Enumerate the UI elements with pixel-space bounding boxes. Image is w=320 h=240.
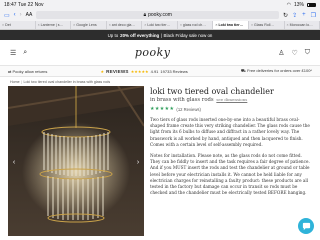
close-tab-icon[interactable]: ×: [38, 23, 40, 27]
close-tab-icon[interactable]: ×: [180, 23, 182, 27]
reviews-brand: REVIEWS: [106, 68, 129, 74]
product-description: Two tiers of glass rods inserted one-by-…: [150, 117, 312, 196]
browser-tab[interactable]: × Loki two tier…: [142, 21, 178, 29]
delivery-text[interactable]: ⛟ Free deliveries for orders over £100*: [241, 68, 312, 74]
close-tab-icon[interactable]: ×: [2, 23, 4, 27]
wifi-icon: ◠: [286, 1, 291, 8]
browser-tab[interactable]: × Det: [0, 21, 36, 29]
sidebar-icon[interactable]: ▭: [4, 12, 10, 19]
browser-tab-label: ant deco gla…: [111, 23, 135, 27]
browser-tab-label: Loki two tier…: [218, 23, 244, 27]
back-icon[interactable]: ‹: [14, 12, 16, 18]
status-time-date: 18:47 Tue 22 Nov: [4, 2, 44, 8]
reader-aa-button[interactable]: AA: [26, 12, 33, 18]
promo-percent: 20% off everything: [120, 32, 160, 38]
close-tab-icon[interactable]: ×: [251, 23, 253, 27]
forward-icon[interactable]: ›: [20, 12, 22, 18]
reviews-count: 19733 Reviews: [160, 68, 188, 74]
product-rating[interactable]: ★★★★★ (12 Reviews): [150, 106, 312, 112]
rating-stars: ★★★★★: [150, 106, 175, 112]
close-tab-icon[interactable]: ×: [287, 23, 289, 27]
browser-toolbar: ▭ ‹ › AA 🔒︎ pooky.com ↻ ⇪ + ❐: [0, 9, 320, 21]
gallery-next-icon[interactable]: ›: [134, 158, 142, 166]
reviews-badge[interactable]: ★ REVIEWS ★★★★★ 4.91 19733 Reviews: [101, 69, 188, 74]
browser-tab[interactable]: × Moroccan lo…: [285, 21, 320, 29]
product-subtitle: in brass with glass rods see dimensions: [150, 97, 312, 103]
browser-tab-label: glass rod ch…: [182, 23, 206, 27]
rating-count: (12 Reviews): [176, 106, 201, 112]
search-icon[interactable]: ⌕: [23, 49, 27, 57]
trust-bar: ⇄ Pooky allow returns ★ REVIEWS ★★★★★ 4.…: [0, 66, 320, 77]
basket-icon[interactable]: ⛉: [305, 49, 310, 57]
menu-icon[interactable]: ☰: [10, 49, 16, 57]
returns-icon: ⇄: [8, 68, 12, 74]
browser-tab[interactable]: × Loki two tier…: [213, 21, 249, 29]
browser-tab[interactable]: × glass rod ch…: [178, 21, 214, 29]
url-field[interactable]: 🔒︎ pooky.com: [36, 11, 280, 19]
close-tab-icon[interactable]: ×: [215, 23, 217, 27]
returns-text[interactable]: ⇄ Pooky allow returns: [8, 69, 47, 74]
logo[interactable]: pooky: [135, 46, 171, 59]
promo-banner[interactable]: Up to 20% off everything | Black Friday …: [0, 30, 320, 40]
browser-tab[interactable]: × Lanterne | s…: [36, 21, 72, 29]
close-tab-icon[interactable]: ×: [109, 23, 111, 27]
product-details: loki two tiered oval chandelier in brass…: [150, 86, 312, 236]
close-tab-icon[interactable]: ×: [144, 23, 146, 27]
product-main: ‹ › loki two tiered oval chandelier in b…: [0, 86, 320, 236]
reviews-star-icon: ★: [100, 68, 105, 74]
reviews-score: 4.91: [150, 68, 159, 74]
site-header: ☰ ⌕ pooky ♙ ♡ ⛉: [0, 40, 320, 66]
browser-tabs: × Det × Lanterne | s… × Google Lens × ant deco …: [0, 21, 320, 30]
gallery-prev-icon[interactable]: ‹: [10, 158, 18, 166]
status-bar: 18:47 Tue 22 Nov ◠ 13%: [0, 0, 320, 9]
share-icon[interactable]: ⇪: [292, 12, 297, 19]
status-time: 18:47: [4, 1, 17, 8]
browser-tab-label: Google Lens: [76, 23, 97, 27]
product-material: in brass with glass rods: [150, 97, 214, 103]
product-title: loki two tiered oval chandelier: [150, 87, 274, 96]
dimensions-link[interactable]: see dimensions: [216, 97, 247, 102]
breadcrumb-separator: |: [21, 79, 23, 84]
browser-tab-label: Moroccan lo…: [289, 23, 313, 27]
browser-tab-label: Loki two tier…: [147, 23, 171, 27]
promo-rest: | Black Friday sale now on: [161, 32, 213, 38]
url-text: pooky.com: [148, 12, 172, 18]
account-icon[interactable]: ♙: [278, 49, 284, 57]
reload-icon[interactable]: ↻: [283, 12, 288, 19]
installation-notes: Notes for installation. Please note, as …: [150, 153, 310, 196]
status-date: Tue 22 Nov: [17, 1, 44, 8]
wishlist-icon[interactable]: ♡: [291, 49, 297, 57]
chandelier-photo: [8, 86, 144, 236]
chat-bubble-icon: [302, 222, 310, 230]
breadcrumb: Home | Loki two tiered oval chandelier i…: [0, 77, 320, 86]
battery-icon: [307, 2, 316, 7]
product-gallery[interactable]: ‹ ›: [8, 86, 144, 236]
reviews-stars: ★★★★★: [130, 68, 149, 74]
promo-up-to: Up to: [107, 32, 119, 38]
close-tab-icon[interactable]: ×: [73, 23, 75, 27]
breadcrumb-current: Loki two tiered oval chandelier in brass…: [23, 79, 111, 84]
browser-tab-label: Lanterne | s…: [40, 23, 64, 27]
battery-percent: 13%: [293, 1, 304, 8]
breadcrumb-home[interactable]: Home: [10, 80, 20, 84]
chat-button[interactable]: [298, 218, 314, 234]
description-paragraph: Two tiers of glass rods inserted one-by-…: [150, 117, 310, 147]
browser-tab[interactable]: × Google Lens: [71, 21, 107, 29]
browser-tab-label: Det: [5, 23, 11, 27]
lock-icon: 🔒︎: [143, 12, 147, 18]
new-tab-icon[interactable]: +: [302, 12, 306, 19]
tabs-overview-icon[interactable]: ❐: [311, 12, 316, 19]
browser-tab[interactable]: × ant deco gla…: [107, 21, 143, 29]
browser-tab-label: Glass Roll…: [254, 23, 275, 27]
van-icon: ⛟: [240, 68, 246, 73]
browser-tab[interactable]: × Glass Roll…: [249, 21, 285, 29]
